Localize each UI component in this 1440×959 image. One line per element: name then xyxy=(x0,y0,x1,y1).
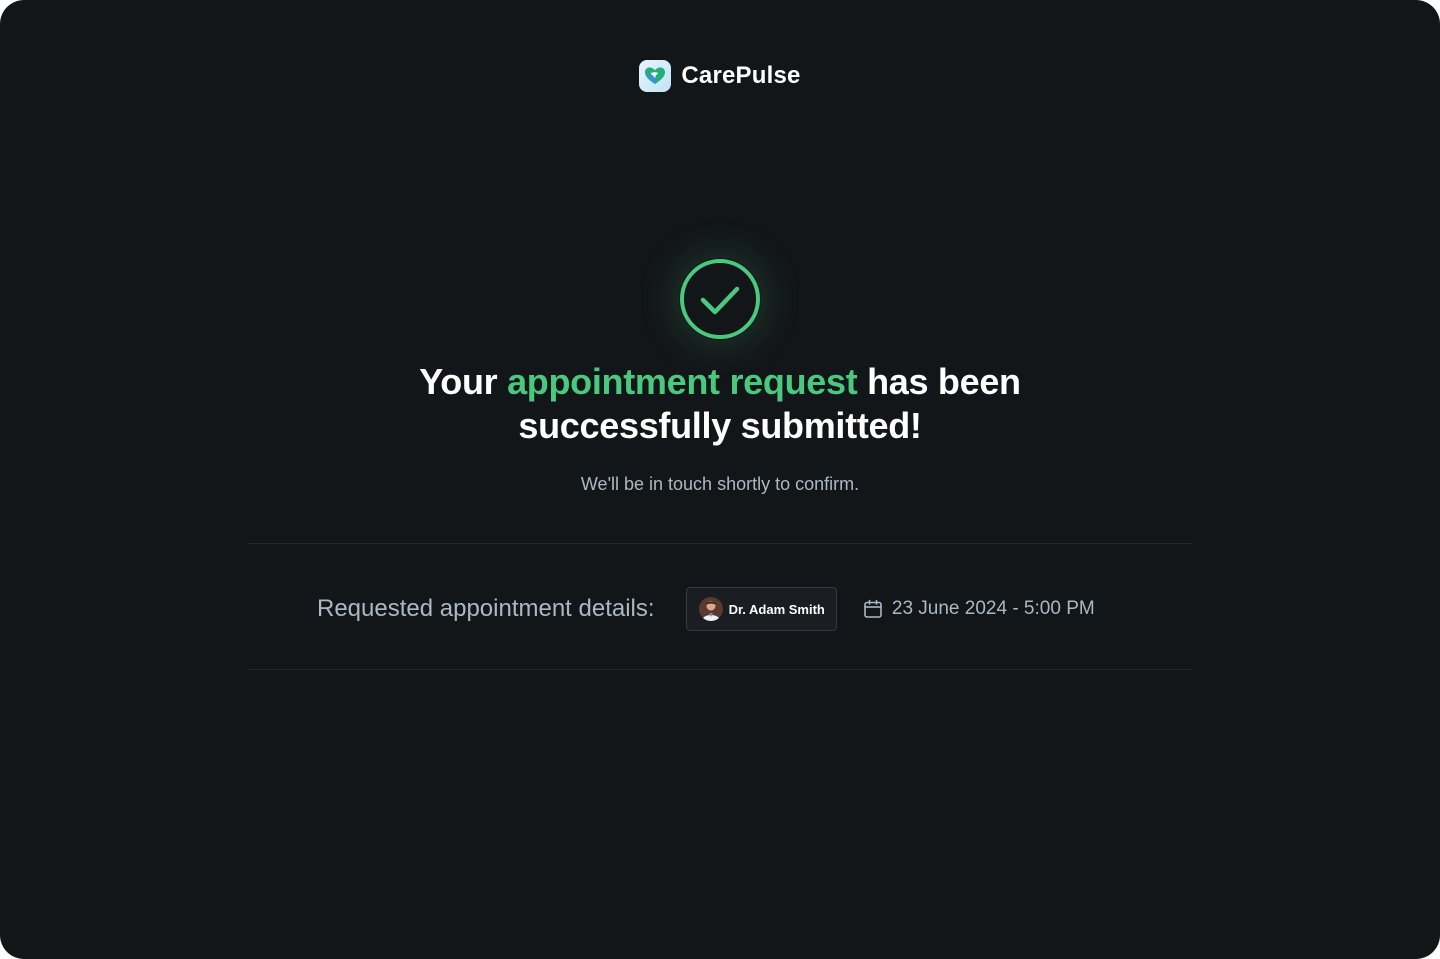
calendar-icon xyxy=(864,599,882,618)
headline-prefix: Your xyxy=(419,361,498,402)
brand-name: CarePulse xyxy=(681,62,801,89)
success-headline: Your appointment request has been succes… xyxy=(370,360,1070,448)
headline-accent: appointment request xyxy=(507,361,858,402)
heart-pulse-logo-icon xyxy=(639,60,672,92)
appointment-details: Requested appointment details: Dr. Adam … xyxy=(317,586,1095,632)
confirmation-subtext: We'll be in touch shortly to confirm. xyxy=(580,474,860,494)
divider-bottom xyxy=(248,669,1192,670)
check-circle-icon xyxy=(679,258,761,340)
appointment-success-page: CarePulse Your appointment request has b… xyxy=(0,0,1440,959)
doctor-chip: Dr. Adam Smith xyxy=(685,587,837,631)
details-label: Requested appointment details: xyxy=(317,595,655,622)
doctor-avatar xyxy=(698,597,723,621)
divider-top xyxy=(248,543,1192,544)
brand-logo[interactable]: CarePulse xyxy=(0,60,1440,92)
appointment-datetime: 23 June 2024 - 5:00 PM xyxy=(863,598,1095,620)
doctor-name: Dr. Adam Smith xyxy=(728,601,825,617)
appointment-date-time: 23 June 2024 - 5:00 PM xyxy=(891,598,1095,619)
